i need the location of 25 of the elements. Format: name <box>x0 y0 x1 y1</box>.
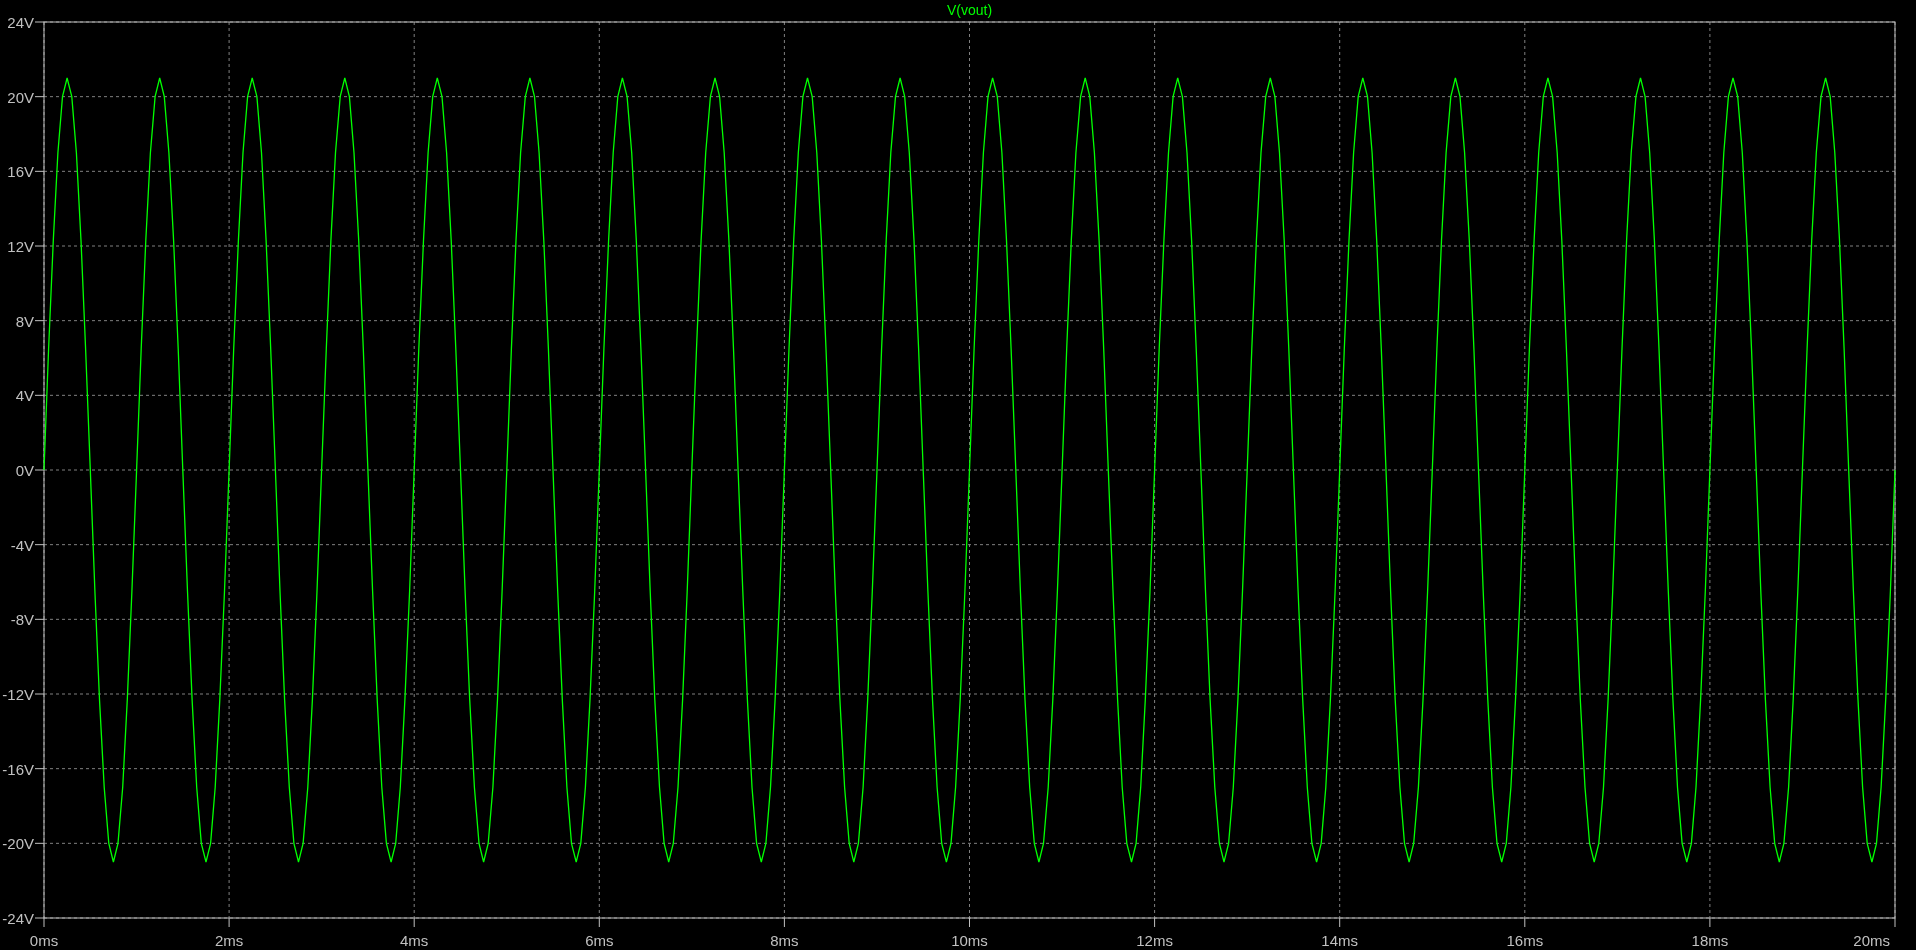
axis-label: 14ms <box>1321 932 1359 949</box>
axis-label: 0V <box>15 462 34 479</box>
axis-label: 20ms <box>1853 932 1890 949</box>
axis-label: 0ms <box>29 932 59 949</box>
axis-label: 18ms <box>1691 932 1729 949</box>
axis-label: 16ms <box>1506 932 1544 949</box>
axis-label: 8ms <box>770 932 799 949</box>
trace-label[interactable]: V(vout) <box>946 2 993 18</box>
axis-label: 2ms <box>214 932 244 949</box>
axis-label: -12V <box>2 686 34 703</box>
axis-label: -16V <box>2 760 34 778</box>
axis-label: 24V <box>7 14 34 31</box>
axis-label: 6ms <box>585 932 614 949</box>
axis-label: 12V <box>7 238 34 255</box>
axis-label: -8V <box>10 611 34 629</box>
axis-label: 16V <box>7 163 34 181</box>
axis-label: 10ms <box>951 932 988 949</box>
axis-label: -20V <box>2 835 34 853</box>
axis-label: 20V <box>7 88 34 106</box>
axis-label: 12ms <box>1136 932 1173 949</box>
axis-label: 4ms <box>400 932 429 949</box>
axis-label: 8V <box>15 312 34 330</box>
axis-label: -4V <box>10 536 34 554</box>
axis-label: 4V <box>15 387 34 405</box>
axis-label: -24V <box>2 910 34 927</box>
